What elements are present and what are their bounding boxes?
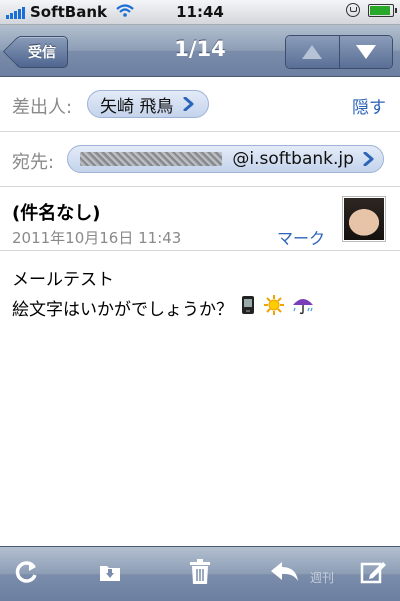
body-line: 絵文字はいかがでしょうか？ (12, 300, 233, 320)
body-line: メールテスト (12, 270, 114, 290)
watermark-text: 週刊 (310, 571, 335, 585)
hide-details-link[interactable]: 隠す (352, 93, 386, 118)
battery-icon (368, 3, 397, 17)
status-bar: SoftBank 11:44 (0, 0, 400, 25)
message-navigation-control (285, 35, 393, 69)
message-subject: (件名なし) (12, 203, 101, 224)
chevron-right-icon (179, 95, 197, 113)
reply-icon (269, 559, 301, 589)
to-row: 宛先: @i.softbank.jp (0, 132, 400, 187)
delete-button[interactable] (185, 559, 215, 589)
redacted-address-blur (80, 152, 223, 166)
compose-icon (359, 558, 387, 590)
message-date: 2011年10月16日 11:43 (12, 229, 182, 247)
subject-row: (件名なし) 2011年10月16日 11:43 マーク (0, 187, 400, 251)
next-message-button[interactable] (338, 36, 392, 68)
down-arrow-icon (355, 45, 376, 59)
refresh-button[interactable] (12, 559, 42, 589)
bottom-toolbar: 週刊 (0, 546, 400, 601)
move-folder-icon (97, 559, 123, 589)
sender-avatar (342, 196, 386, 242)
sun-emoji-icon (263, 295, 284, 325)
previous-message-button[interactable] (286, 36, 339, 68)
umbrella-emoji-icon (292, 295, 314, 325)
from-label: 差出人: (12, 97, 73, 118)
move-to-folder-button[interactable] (95, 559, 125, 589)
body-line-with-emoji: 絵文字はいかがでしょうか？ (12, 295, 388, 325)
reply-button[interactable] (270, 559, 300, 589)
refresh-icon (14, 559, 40, 589)
sender-contact-bubble[interactable]: 矢崎 飛鳥 (87, 90, 209, 118)
status-right (346, 3, 397, 17)
recipient-contact-bubble[interactable]: @i.softbank.jp (67, 145, 384, 173)
trash-icon (188, 558, 212, 590)
recipient-address-domain: @i.softbank.jp (232, 149, 354, 169)
phone-emoji-icon (241, 295, 255, 325)
status-time: 11:44 (176, 3, 224, 21)
message-body: メールテスト 絵文字はいかがでしょうか？ (12, 266, 388, 325)
chevron-right-icon (360, 150, 377, 168)
back-button-label: 受信 (28, 45, 56, 61)
from-row: 差出人: 矢崎 飛鳥 隠す (0, 77, 400, 132)
compose-button[interactable] (358, 559, 388, 589)
navigation-bar: 受信 1/14 (0, 25, 400, 77)
mark-link[interactable]: マーク (277, 225, 325, 249)
up-arrow-icon (302, 45, 323, 59)
rotation-lock-icon (346, 3, 360, 17)
to-label: 宛先: (12, 152, 55, 173)
sender-name: 矢崎 飛鳥 (100, 96, 174, 117)
